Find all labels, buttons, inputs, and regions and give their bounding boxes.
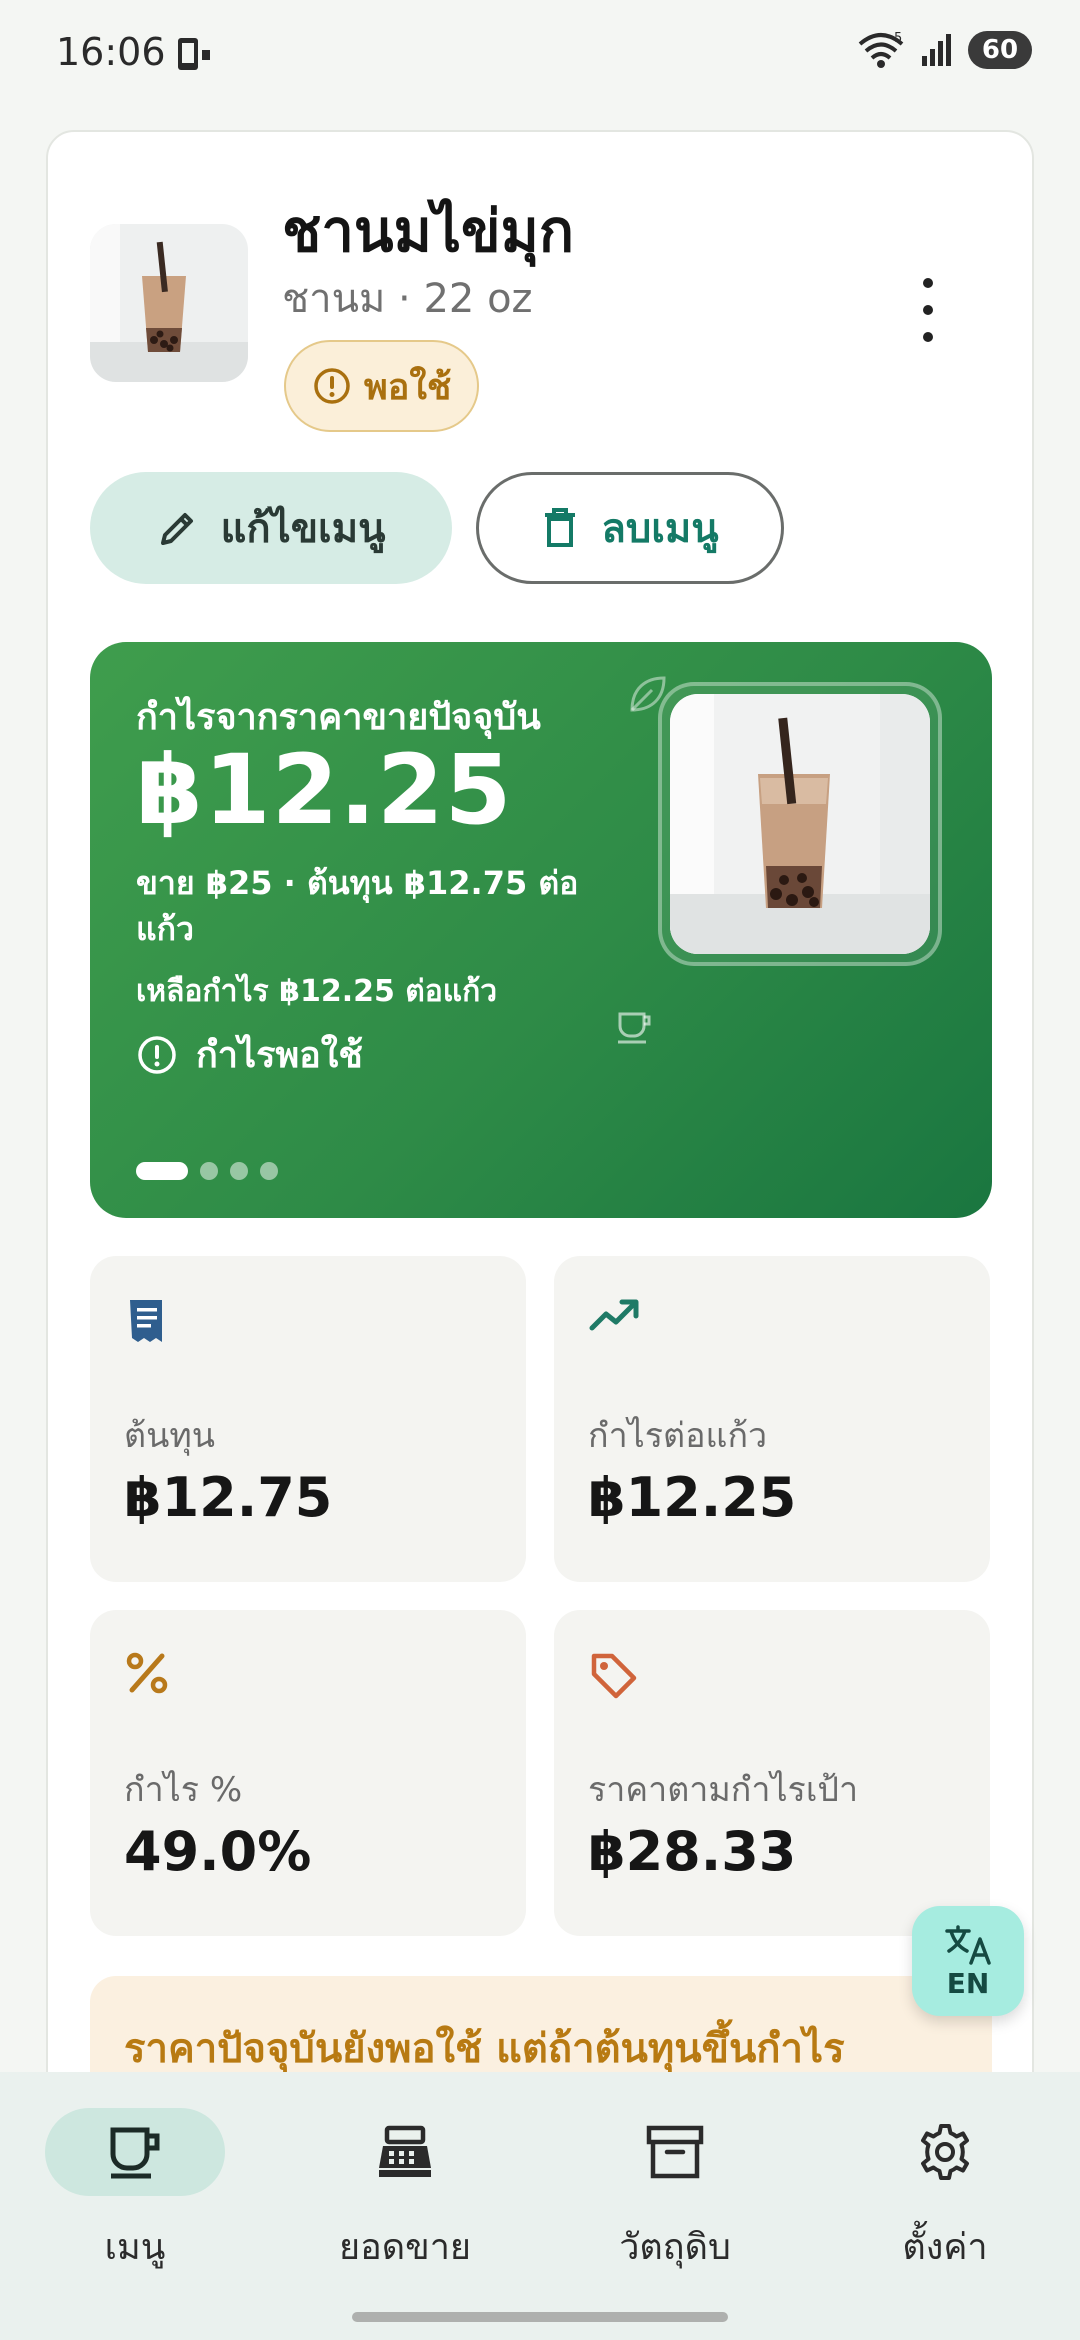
menu-thumbnail — [90, 224, 248, 382]
menu-subtitle: ชานม · 22 oz — [282, 276, 533, 322]
wifi-icon: 5 — [858, 31, 904, 68]
bottom-navigation: เมนู ยอดขาย วัตถุดิบ ตั้งค่า — [0, 2072, 1080, 2340]
menu-detail-card: ชานมไข่มุก ชานม · 22 oz พอใช้ แก้ไขเมนู … — [46, 130, 1034, 2230]
warning-text: ราคาปัจจุบันยังพอใช้ แต่ถ้าต้นทุนขึ้นกำไ… — [124, 2026, 845, 2072]
stat-label: ราคาตามกำไรเป้า — [588, 1770, 859, 1810]
alert-circle-icon — [138, 1035, 176, 1074]
stat-value: 49.0% — [124, 1820, 312, 1883]
language-label: EN — [946, 1966, 990, 2000]
carousel-dot[interactable] — [230, 1162, 248, 1180]
nav-item-ingredients[interactable]: วัตถุดิบ — [555, 2108, 795, 2278]
percent-icon — [126, 1652, 168, 1694]
cash-register-icon — [379, 2125, 431, 2177]
stat-value: ฿12.25 — [588, 1466, 797, 1529]
language-toggle-button[interactable]: EN — [912, 1906, 1024, 2016]
edit-menu-button[interactable]: แก้ไขเมนู — [90, 472, 452, 584]
stat-label: กำไรต่อแก้ว — [588, 1416, 768, 1456]
kebab-dot — [923, 332, 933, 342]
nav-pill — [585, 2108, 765, 2196]
menu-photo — [670, 694, 930, 954]
profit-summary-card[interactable]: กำไรจากราคาขายปัจจุบัน ฿12.25 ขาย ฿25 · … — [90, 642, 992, 1218]
pencil-icon — [160, 513, 193, 545]
gear-icon — [921, 2124, 969, 2180]
stat-value: ฿12.75 — [124, 1466, 333, 1529]
carousel-dot[interactable] — [260, 1162, 278, 1180]
signal-icon — [922, 34, 951, 66]
nav-label: วัตถุดิบ — [619, 2227, 731, 2268]
nav-label: ยอดขาย — [338, 2227, 471, 2268]
profit-remaining: เหลือกำไร ฿12.25 ต่อแก้ว — [136, 974, 498, 1009]
archive-icon — [646, 2125, 704, 2179]
carousel-dot-active[interactable] — [136, 1162, 188, 1180]
status-time: 16:06 — [56, 30, 166, 74]
translate-icon — [945, 1924, 991, 1965]
nav-item-sales[interactable]: ยอดขาย — [285, 2108, 525, 2278]
trending-up-icon — [589, 1299, 639, 1331]
cup-icon — [110, 2127, 160, 2179]
nav-item-menu[interactable]: เมนู — [15, 2108, 255, 2278]
status-icons: 5 60 — [856, 30, 1032, 70]
stat-tile-cost: ต้นทุน ฿12.75 — [90, 1256, 526, 1582]
delete-menu-label: ลบเมนู — [601, 506, 719, 552]
cup-icon — [618, 1012, 651, 1044]
profit-status-label: กำไรพอใช้ — [196, 1035, 363, 1076]
carousel-dot[interactable] — [200, 1162, 218, 1180]
stat-tile-profit-percent: กำไร % 49.0% — [90, 1610, 526, 1936]
nav-item-settings[interactable]: ตั้งค่า — [825, 2108, 1065, 2278]
tag-icon — [591, 1653, 637, 1699]
stat-value: ฿28.33 — [588, 1820, 797, 1883]
menu-title: ชานมไข่มุก — [282, 197, 574, 265]
nav-label: ตั้งค่า — [902, 2227, 988, 2268]
profit-amount: ฿12.25 — [136, 734, 513, 846]
stat-tile-target-price: ราคาตามกำไรเป้า ฿28.33 — [554, 1610, 990, 1936]
battery-indicator: 60 — [968, 31, 1032, 69]
edit-menu-label: แก้ไขเมนู — [220, 506, 386, 552]
profit-status: กำไรพอใช้ — [136, 1026, 363, 1083]
trash-icon — [545, 508, 576, 547]
receipt-icon — [130, 1300, 162, 1342]
bubble-tea-image — [670, 694, 930, 954]
kebab-dot — [923, 305, 933, 315]
status-bar: 16:06 5 60 — [0, 0, 1080, 110]
nav-pill — [315, 2108, 495, 2196]
stat-tile-profit-per-cup: กำไรต่อแก้ว ฿12.25 — [554, 1256, 990, 1582]
price-cost-detail: ขาย ฿25 · ต้นทุน ฿12.75 ต่อแก้ว — [136, 864, 579, 948]
status-badge-label: พอใช้ — [364, 366, 452, 408]
delete-menu-button[interactable]: ลบเมนู — [476, 472, 784, 584]
menu-photo-frame — [658, 682, 942, 966]
more-options-button[interactable] — [908, 278, 948, 342]
nav-pill — [855, 2108, 1035, 2196]
gesture-handle[interactable] — [352, 2312, 728, 2322]
nav-label: เมนู — [104, 2227, 166, 2268]
status-badge: พอใช้ — [284, 340, 480, 432]
bubble-tea-image — [90, 224, 248, 382]
wifi-badge: 5 — [894, 31, 902, 46]
carousel-indicator — [136, 1162, 278, 1180]
stat-label: กำไร % — [124, 1770, 243, 1810]
alert-circle-icon — [314, 368, 350, 404]
phone-sync-icon — [178, 38, 210, 70]
kebab-dot — [923, 278, 933, 288]
stat-label: ต้นทุน — [124, 1416, 215, 1456]
nav-pill-active — [45, 2108, 225, 2196]
